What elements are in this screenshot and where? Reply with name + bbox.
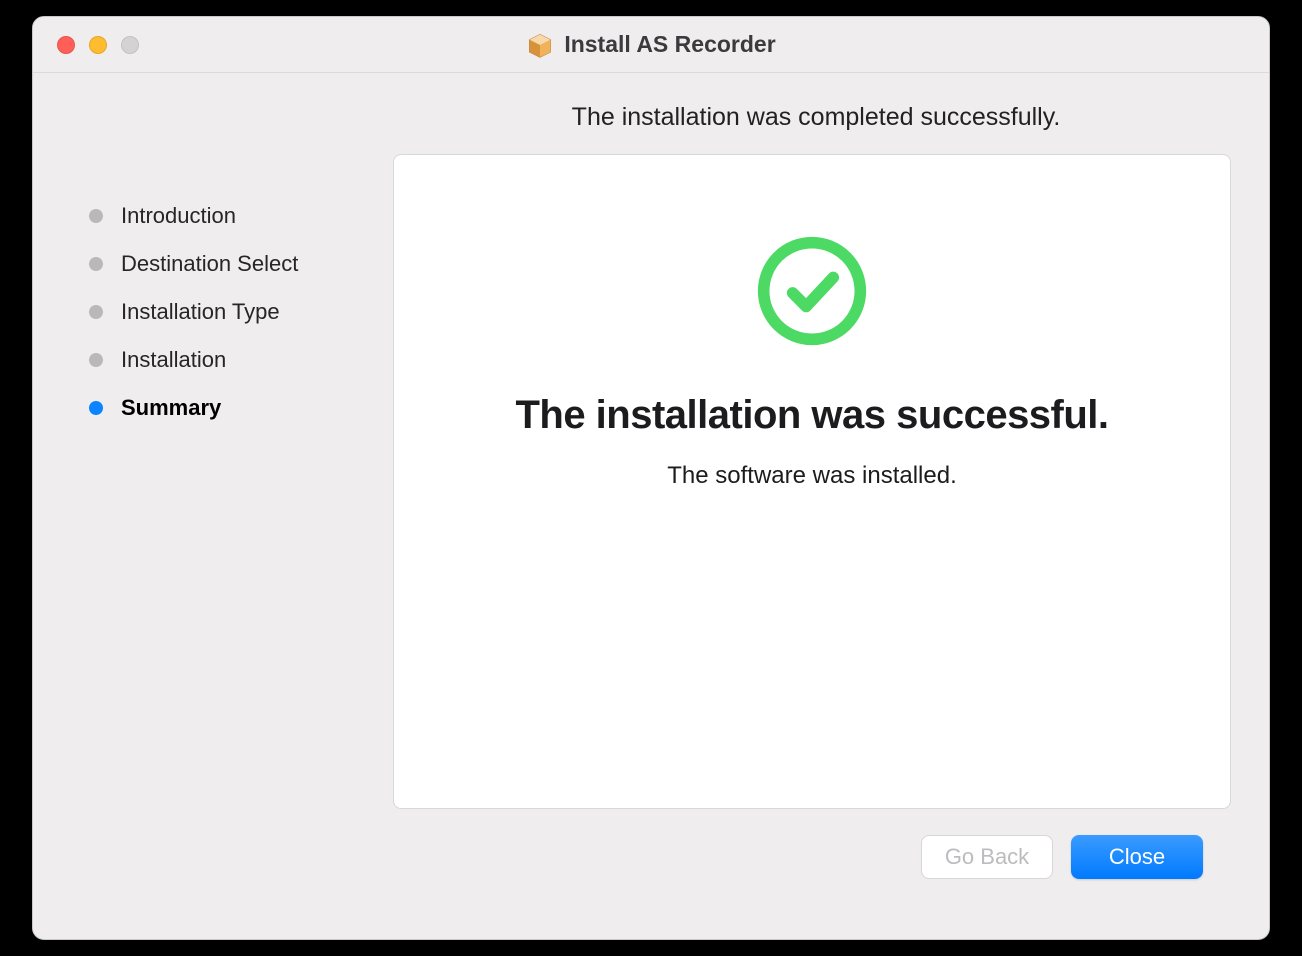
- installer-window: Install AS Recorder Introduction Destina…: [32, 16, 1270, 940]
- step-label: Introduction: [121, 203, 236, 229]
- step-introduction: Introduction: [89, 203, 373, 229]
- success-check-icon: [754, 233, 870, 349]
- close-window-button[interactable]: [57, 36, 75, 54]
- success-heading: The installation was successful.: [515, 393, 1108, 438]
- bullet-icon: [89, 305, 103, 319]
- titlebar: Install AS Recorder: [33, 17, 1269, 73]
- title-center: Install AS Recorder: [33, 31, 1269, 59]
- go-back-button: Go Back: [921, 835, 1053, 879]
- bullet-icon: [89, 209, 103, 223]
- bullet-icon: [89, 257, 103, 271]
- bullet-icon: [89, 401, 103, 415]
- zoom-window-button: [121, 36, 139, 54]
- main-area: The installation was completed successfu…: [393, 73, 1269, 939]
- step-label: Installation: [121, 347, 226, 373]
- sidebar: Introduction Destination Select Installa…: [33, 73, 393, 939]
- body-area: Introduction Destination Select Installa…: [33, 73, 1269, 939]
- step-installation-type: Installation Type: [89, 299, 373, 325]
- step-summary: Summary: [89, 395, 373, 421]
- minimize-window-button[interactable]: [89, 36, 107, 54]
- bullet-icon: [89, 353, 103, 367]
- content-panel: The installation was successful. The sof…: [393, 154, 1231, 809]
- success-subtext: The software was installed.: [667, 462, 956, 490]
- step-label: Installation Type: [121, 299, 280, 325]
- step-destination-select: Destination Select: [89, 251, 373, 277]
- package-icon: [526, 31, 554, 59]
- window-title: Install AS Recorder: [564, 31, 775, 58]
- step-list: Introduction Destination Select Installa…: [89, 203, 373, 421]
- step-label: Summary: [121, 395, 221, 421]
- step-installation: Installation: [89, 347, 373, 373]
- button-row: Go Back Close: [393, 809, 1239, 909]
- main-header: The installation was completed successfu…: [393, 73, 1239, 154]
- traffic-lights: [33, 36, 139, 54]
- close-button[interactable]: Close: [1071, 835, 1203, 879]
- step-label: Destination Select: [121, 251, 298, 277]
